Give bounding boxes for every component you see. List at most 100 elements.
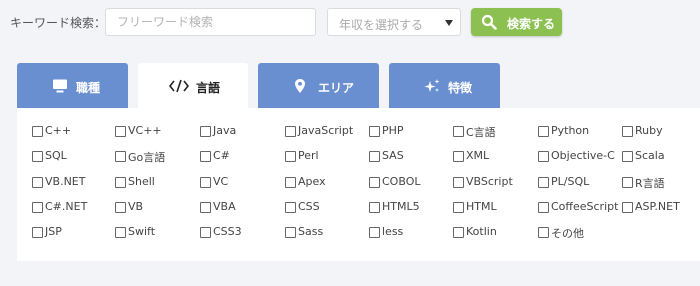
checkbox[interactable] (200, 126, 211, 137)
keyword-search-input[interactable] (105, 8, 316, 36)
checkbox[interactable] (453, 177, 464, 188)
search-icon (481, 14, 497, 30)
checkbox[interactable] (32, 227, 43, 238)
language-label: VC++ (128, 124, 162, 137)
tab-area-label: エリア (318, 81, 355, 95)
checkbox[interactable] (453, 126, 464, 137)
checkbox[interactable] (453, 202, 464, 213)
language-label: Go言語 (128, 151, 166, 164)
sparkle-icon (424, 79, 440, 92)
checkbox[interactable] (200, 202, 211, 213)
language-label: その他 (551, 227, 584, 240)
checkbox[interactable] (32, 151, 43, 162)
language-panel: C++ VC++ Java JavaScript PHP C言語 Python Ruby SQL… (17, 108, 700, 261)
checkbox[interactable] (32, 177, 43, 188)
tab-language[interactable]: 言語 (138, 63, 248, 108)
checkbox[interactable] (115, 202, 126, 213)
checkbox[interactable] (538, 227, 549, 238)
language-label: COBOL (382, 175, 421, 188)
language-label: Scala (635, 149, 665, 162)
checkbox[interactable] (32, 202, 43, 213)
checkbox[interactable] (285, 151, 296, 162)
checkbox[interactable] (538, 177, 549, 188)
checkbox[interactable] (115, 126, 126, 137)
language-label: C++ (45, 124, 72, 137)
tab-features-label: 特徴 (448, 81, 473, 95)
keyword-search-label: キーワード検索： (10, 16, 107, 30)
search-bar: キーワード検索： 年収を選択する 検索する (0, 0, 700, 46)
language-label: CSS3 (213, 225, 242, 238)
language-label: C#.NET (45, 200, 88, 213)
checkbox[interactable] (369, 151, 380, 162)
language-label: XML (466, 149, 490, 162)
checkbox[interactable] (369, 227, 380, 238)
checkbox[interactable] (453, 151, 464, 162)
language-label: Apex (298, 175, 326, 188)
language-label: HTML (466, 200, 497, 213)
checkbox[interactable] (538, 151, 549, 162)
tab-area[interactable]: エリア (258, 63, 379, 108)
language-label: CSS (298, 200, 320, 213)
checkbox[interactable] (622, 202, 633, 213)
checkbox[interactable] (285, 227, 296, 238)
tab-features[interactable]: 特徴 (389, 63, 500, 108)
income-select[interactable]: 年収を選択する (327, 8, 461, 36)
checkbox[interactable] (32, 126, 43, 137)
checkbox[interactable] (453, 227, 464, 238)
language-label: JavaScript (298, 124, 354, 137)
language-label: Java (213, 124, 237, 137)
language-label: VB.NET (45, 175, 86, 188)
language-label: less (382, 225, 404, 238)
language-label: VBA (213, 200, 236, 213)
map-pin-icon (295, 79, 305, 93)
language-label: Objective-C (551, 149, 615, 162)
language-label: VC (213, 175, 229, 188)
checkbox[interactable] (622, 126, 633, 137)
language-label: SAS (382, 149, 404, 162)
language-label: Kotlin (466, 225, 497, 238)
language-label: Ruby (635, 124, 663, 137)
language-label: Perl (298, 149, 319, 162)
code-icon (169, 79, 189, 93)
checkbox[interactable] (369, 177, 380, 188)
language-label: Shell (128, 175, 155, 188)
chevron-down-icon (445, 20, 453, 26)
checkbox[interactable] (622, 151, 633, 162)
language-label: VBScript (466, 175, 513, 188)
checkbox[interactable] (285, 126, 296, 137)
language-label: Sass (298, 225, 324, 238)
checkbox[interactable] (285, 177, 296, 188)
language-label: Python (551, 124, 590, 137)
search-button[interactable]: 検索する (471, 8, 562, 36)
language-label: VB (128, 200, 144, 213)
checkbox[interactable] (200, 177, 211, 188)
language-label: PL/SQL (551, 175, 590, 188)
language-label: CoffeeScript (551, 200, 619, 213)
language-label: C言語 (466, 126, 496, 139)
checkbox[interactable] (285, 202, 296, 213)
language-label: C# (213, 149, 230, 162)
tab-job-type-label: 職種 (76, 81, 101, 95)
income-select-value: 年収を選択する (339, 18, 424, 32)
checkbox[interactable] (115, 151, 126, 162)
checkbox[interactable] (369, 202, 380, 213)
search-button-label: 検索する (507, 17, 556, 31)
language-label: ASP.NET (635, 200, 680, 213)
checkbox[interactable] (538, 202, 549, 213)
language-label: HTML5 (382, 200, 420, 213)
checkbox[interactable] (115, 177, 126, 188)
checkbox[interactable] (200, 151, 211, 162)
tab-language-label: 言語 (196, 81, 221, 95)
language-label: JSP (45, 225, 62, 238)
checkbox[interactable] (538, 126, 549, 137)
language-label: SQL (45, 149, 67, 162)
checkbox[interactable] (369, 126, 380, 137)
language-label: PHP (382, 124, 404, 137)
checkbox[interactable] (200, 227, 211, 238)
language-label: R言語 (635, 177, 665, 190)
checkbox[interactable] (622, 177, 633, 188)
language-label: Swift (128, 225, 156, 238)
monitor-icon (53, 79, 67, 93)
tab-job-type[interactable]: 職種 (17, 63, 128, 108)
checkbox[interactable] (115, 227, 126, 238)
